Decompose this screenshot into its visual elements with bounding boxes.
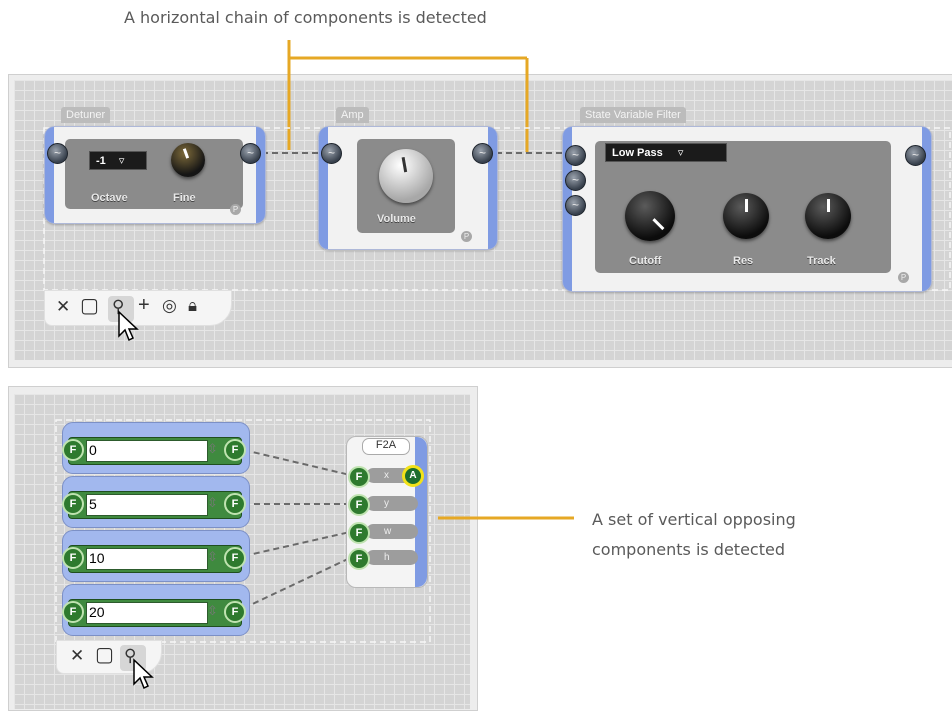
float-input-port-icon[interactable]: F (62, 547, 84, 569)
float-param-input-0[interactable]: 0 (86, 440, 208, 462)
vertical-opposing-annotation-line2: components is detected (592, 540, 785, 559)
spinner-icon[interactable]: ⇳ (207, 495, 218, 511)
spinner-icon[interactable]: ⇳ (207, 441, 218, 457)
f2a-right-rail (415, 437, 427, 587)
f2a-input-h: h (366, 550, 418, 565)
float-input-port-icon[interactable]: F (62, 493, 84, 515)
float-output-port-icon[interactable]: F (224, 547, 246, 569)
f2a-input-w: w (366, 524, 418, 539)
square-icon[interactable]: ▢ (95, 642, 114, 667)
close-icon[interactable]: ✕ (70, 646, 84, 666)
f2a-input-y: y (366, 496, 418, 511)
f2a-x-port-icon[interactable]: F (348, 466, 370, 488)
float-output-port-icon[interactable]: F (224, 439, 246, 461)
f2a-y-port-icon[interactable]: F (348, 494, 370, 516)
f2a-title: F2A (362, 438, 410, 455)
vertical-opposing-annotation-line1: A set of vertical opposing (592, 510, 796, 529)
float-input-port-icon[interactable]: F (62, 439, 84, 461)
f2a-h-port-icon[interactable]: F (348, 548, 370, 570)
float-param-input-1[interactable]: 5 (86, 494, 208, 516)
mouse-pointer-icon (133, 658, 154, 690)
float-input-port-icon[interactable]: F (62, 601, 84, 623)
float-param-input-2[interactable]: 10 (86, 548, 208, 570)
float-param-input-3[interactable]: 20 (86, 602, 208, 624)
float-output-port-icon[interactable]: F (224, 493, 246, 515)
f2a-output-port-icon[interactable]: A (402, 465, 424, 487)
spinner-icon[interactable]: ⇳ (207, 549, 218, 565)
float-output-port-icon[interactable]: F (224, 601, 246, 623)
f2a-w-port-icon[interactable]: F (348, 522, 370, 544)
spinner-icon[interactable]: ⇳ (207, 603, 218, 619)
